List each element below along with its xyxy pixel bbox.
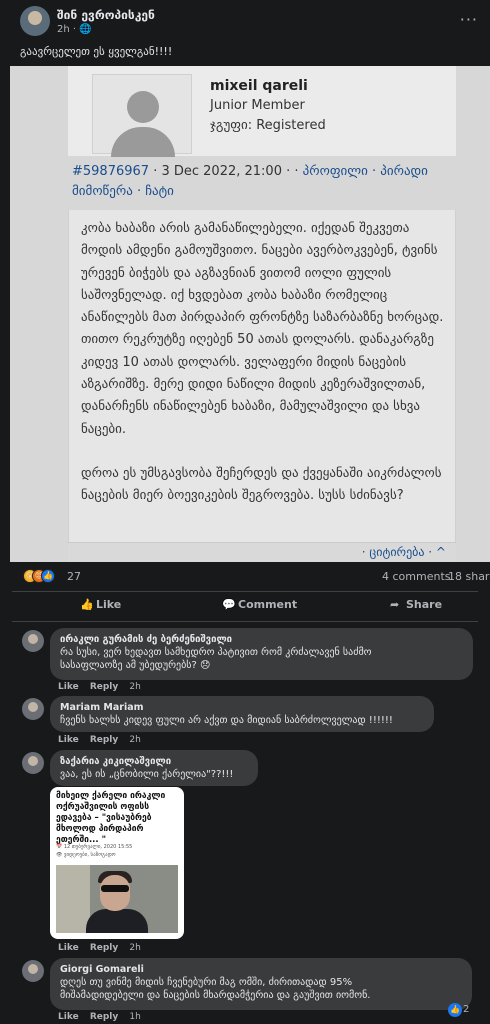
embed-date: 📅 12 თებერვალი, 2020 15:55 <box>56 844 133 850</box>
comment-author[interactable]: Giorgi Gomareli <box>60 963 462 976</box>
comment-like-link[interactable]: Like <box>58 943 79 953</box>
reaction-count[interactable]: 27 <box>67 570 81 583</box>
globe-icon: 🌐 <box>79 24 92 35</box>
page-avatar[interactable] <box>20 6 50 36</box>
comment-button-label: Comment <box>238 598 298 611</box>
comment-author[interactable]: ირაკლი გურამის ძე ბერძენიშვილი <box>60 633 463 646</box>
comment-reply-link[interactable]: Reply <box>90 943 118 953</box>
reaction-icons[interactable]: 😮 😡 👍 <box>23 569 63 583</box>
forum-link-profile: პროფილი <box>302 164 368 179</box>
comment-reaction-count[interactable]: 2 <box>463 1004 469 1015</box>
comment-text: რა სუსი, ვერ ხედავთ სამხედრო პატივით რომ… <box>60 647 372 658</box>
comment-image-attachment[interactable]: მიხეილ ქარელი ირაკლი ოქრუაშვილის ოფისს ე… <box>50 787 184 939</box>
forum-body-paragraph-2: დროა ეს უმსგავსობა შეჩერდეს და ქვეყანაში… <box>81 465 442 504</box>
comment-author[interactable]: Mariam Mariam <box>60 701 424 714</box>
forum-post-line: #59876967 · 3 Dec 2022, 21:00 · · პროფილ… <box>72 162 460 202</box>
post-meta: 2h · 🌐 <box>57 24 92 35</box>
comment-actions: Like Reply 2h <box>58 682 149 692</box>
post-time[interactable]: 2h <box>57 24 70 35</box>
avatar[interactable] <box>22 698 44 720</box>
avatar[interactable] <box>22 960 44 982</box>
post-text: გაავრცელეთ ეს ყველგან!!!! <box>20 45 173 58</box>
forum-link-pm-2: მიმოწერა <box>72 184 133 199</box>
comment-reply-link[interactable]: Reply <box>90 682 118 692</box>
post-header: შინ ევროპისკენ 2h · 🌐 ··· <box>0 0 490 42</box>
comment-reply-link[interactable]: Reply <box>90 735 118 745</box>
comment-text: ვაა, ეს ის „ცნობილი ქარელია"??!!! <box>60 769 234 780</box>
comment-actions: Like Reply 2h <box>58 943 149 953</box>
comment-actions: Like Reply 2h <box>58 735 149 745</box>
comment-bubble: Mariam Mariam ჩვენს ხალხს კიდევ ფული არ … <box>50 696 434 732</box>
comment-like-link[interactable]: Like <box>58 682 79 692</box>
forum-rank: Junior Member <box>210 98 305 113</box>
like-button-label: Like <box>96 598 122 611</box>
comment-icon: 💬 <box>222 598 236 611</box>
comment-text: ჩვენს ხალხს კიდევ ფული არ აქვთ და მიდიან… <box>60 715 393 726</box>
forum-post-body: კობა ხაბაზი არის გამანაწილებელი. იქედან … <box>68 210 456 542</box>
like-reaction-icon: 👍 <box>41 569 55 583</box>
comment-bubble: ირაკლი გურამის ძე ბერძენიშვილი რა სუსი, … <box>50 628 473 680</box>
comment-count[interactable]: 4 comments <box>382 570 451 583</box>
comment-like-link[interactable]: Like <box>58 1012 79 1022</box>
post-author[interactable]: შინ ევროპისკენ <box>57 8 155 22</box>
comment-bubble: ზაქარია კიკილაშვილი ვაა, ეს ის „ცნობილი … <box>50 750 258 786</box>
thumbs-up-icon: 👍 <box>80 598 94 611</box>
share-count[interactable]: 18 shares <box>448 570 490 583</box>
comment-author[interactable]: ზაქარია კიკილაშვილი <box>60 755 248 768</box>
forum-body-paragraph-1: კობა ხაბაზი არის გამანაწილებელი. იქედან … <box>81 221 444 437</box>
more-options-icon[interactable]: ··· <box>460 10 478 29</box>
comment-reply-link[interactable]: Reply <box>90 1012 118 1022</box>
comment-time[interactable]: 1h <box>129 1012 140 1022</box>
comment-text: სასაფლაოზე ამ უბედურებს? 😞 <box>60 660 211 671</box>
comment-text: დღეს თუ ვინმე მიდის ჩვენებური მაგ ომში, … <box>60 977 353 988</box>
forum-quote-link: · ციტირება · ^ <box>361 545 446 559</box>
comment-bubble: Giorgi Gomareli დღეს თუ ვინმე მიდის ჩვენ… <box>50 958 472 1010</box>
forum-post-footer: · ციტირება · ^ <box>68 542 456 562</box>
comment-time[interactable]: 2h <box>129 682 140 692</box>
share-button-label: Share <box>406 598 443 611</box>
like-button[interactable]: 👍 Like <box>80 598 121 611</box>
forum-post-date: · 3 Dec 2022, 21:00 · · <box>153 164 299 179</box>
forum-link-pm: · პირადი <box>372 164 428 179</box>
forum-username: mixeil qareli <box>210 78 308 94</box>
divider <box>12 591 478 592</box>
forum-link-chat: · ჩატი <box>136 184 174 199</box>
share-icon: ➦ <box>390 598 400 611</box>
comment-time[interactable]: 2h <box>129 943 140 953</box>
comment-text: მიშამადიდებელი და ნაცების მხარდამჭერია დ… <box>60 990 371 1001</box>
comment-like-icon[interactable]: 👍 <box>448 1003 462 1017</box>
embed-category: 👁 ვიდეოები, საზოგადო <box>56 852 116 858</box>
avatar[interactable] <box>22 630 44 652</box>
embed-photo <box>56 865 178 933</box>
post-actions: 👍 Like 💬 Comment ➦ Share <box>0 594 490 620</box>
embed-title: მიხეილ ქარელი ირაკლი ოქრუაშვილის ოფისს ე… <box>56 791 166 845</box>
forum-screenshot-image[interactable]: mixeil qareli Junior Member ჯგუფი: Regis… <box>10 66 490 562</box>
comment-button[interactable]: 💬 Comment <box>222 598 297 611</box>
divider <box>12 621 478 622</box>
forum-post-id: #59876967 <box>72 164 150 179</box>
meta-separator: · <box>72 24 77 35</box>
comment-time[interactable]: 2h <box>129 735 140 745</box>
forum-group: ჯგუფი: Registered <box>210 118 326 133</box>
share-button[interactable]: ➦ Share <box>390 598 442 611</box>
avatar[interactable] <box>22 752 44 774</box>
comment-actions: Like Reply 1h <box>58 1012 149 1022</box>
default-avatar-icon <box>92 74 192 157</box>
reactions-bar: 😮 😡 👍 27 4 comments 18 shares <box>0 566 490 588</box>
comment-like-link[interactable]: Like <box>58 735 79 745</box>
